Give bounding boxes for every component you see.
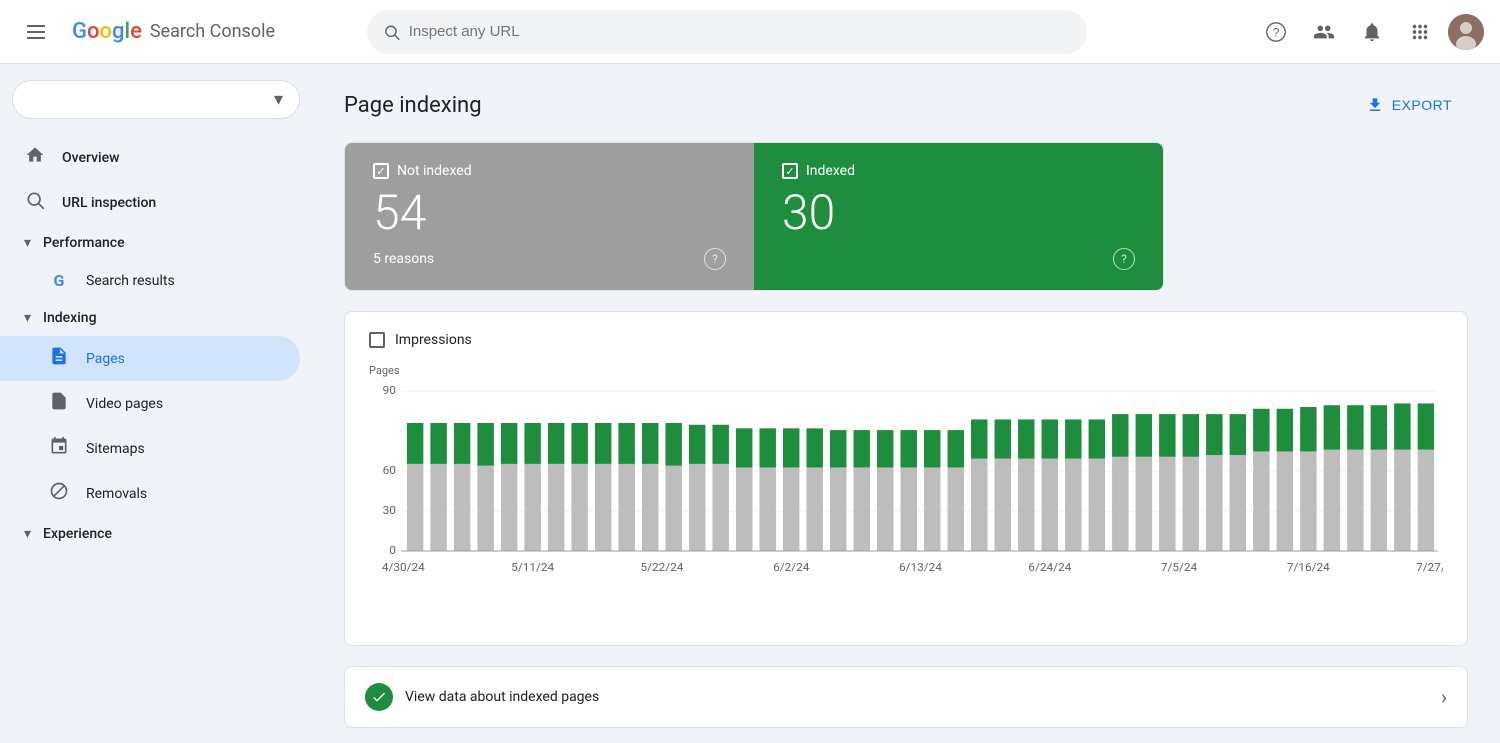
sidebar-item-url-inspection[interactable]: URL inspection	[0, 180, 300, 225]
chart-svg: 90 60 30 0 4/30/24 5/11/24 5/22/24 6/2/24 6/…	[369, 381, 1443, 621]
collapse-icon: ▾	[24, 235, 31, 251]
main-layout: ▾ Overview URL inspection ▾ Perfor	[0, 64, 1500, 743]
main-content: Page indexing EXPORT ✓ Not indexed 54 5 …	[312, 64, 1500, 743]
sidebar-section-label: Experience	[43, 526, 112, 542]
svg-text:6/24/24: 6/24/24	[1028, 560, 1072, 573]
sidebar-section-performance[interactable]: ▾ Performance	[0, 225, 300, 261]
impressions-label: Impressions	[395, 332, 472, 348]
url-search-bar	[367, 10, 1087, 54]
home-icon	[24, 145, 46, 170]
chevron-down-icon: ▾	[274, 89, 283, 110]
sidebar-item-search-results[interactable]: G Search results	[0, 261, 300, 300]
export-button[interactable]: EXPORT	[1350, 88, 1468, 122]
chevron-right-icon: ›	[1441, 685, 1447, 709]
help-icon-indexed[interactable]: ?	[1113, 248, 1135, 270]
sidebar-section-label: Performance	[43, 235, 125, 251]
svg-text:0: 0	[389, 543, 396, 556]
not-indexed-count: 54	[373, 187, 726, 240]
app-name: Search Console	[150, 21, 275, 42]
indexed-count: 30	[782, 187, 1135, 240]
chart-area: Impressions Pages 90 60 30 0	[344, 311, 1468, 646]
sidebar-item-pages[interactable]: Pages	[0, 336, 300, 381]
impressions-checkbox[interactable]	[369, 332, 385, 348]
svg-text:4/30/24: 4/30/24	[382, 560, 426, 573]
green-check-icon	[365, 683, 393, 711]
bottom-card-left: View data about indexed pages	[365, 683, 599, 711]
bottom-card[interactable]: View data about indexed pages ›	[344, 666, 1468, 728]
sidebar: ▾ Overview URL inspection ▾ Perfor	[0, 64, 312, 743]
svg-text:90: 90	[383, 383, 396, 396]
collapse-icon: ▾	[24, 526, 31, 542]
bottom-card-text: View data about indexed pages	[405, 689, 599, 705]
sidebar-section-indexing[interactable]: ▾ Indexing	[0, 300, 300, 336]
property-dropdown-button[interactable]: ▾	[12, 80, 300, 119]
app-logo: Google Search Console	[72, 19, 275, 44]
page-header: Page indexing EXPORT	[344, 88, 1468, 122]
stats-row: ✓ Not indexed 54 5 reasons ? ✓ Indexed 3…	[344, 142, 1164, 291]
sidebar-item-label: URL inspection	[62, 195, 156, 211]
sidebar-item-removals[interactable]: Removals	[0, 471, 300, 516]
sidebar-item-label: Removals	[86, 486, 147, 502]
property-selector: ▾	[12, 80, 300, 119]
sidebar-item-sitemaps[interactable]: Sitemaps	[0, 426, 300, 471]
svg-text:6/13/24: 6/13/24	[899, 560, 943, 573]
help-button[interactable]: ?	[1256, 12, 1296, 52]
collapse-icon: ▾	[24, 310, 31, 326]
svg-text:60: 60	[383, 463, 396, 476]
avatar[interactable]	[1448, 14, 1484, 50]
sidebar-item-label: Video pages	[86, 396, 163, 412]
svg-text:5/11/24: 5/11/24	[511, 560, 555, 573]
google-wordmark: Google	[72, 19, 142, 44]
search-icon	[383, 23, 400, 41]
search-icon	[24, 190, 46, 215]
impressions-row: Impressions	[369, 332, 1443, 348]
svg-text:?: ?	[1273, 25, 1280, 39]
video-icon	[48, 391, 70, 416]
indexed-label: Indexed	[806, 163, 855, 179]
indexed-footer: ?	[782, 248, 1135, 270]
svg-text:6/2/24: 6/2/24	[773, 560, 810, 573]
pages-icon	[48, 346, 70, 371]
stat-card-not-indexed: ✓ Not indexed 54 5 reasons ?	[345, 143, 754, 290]
sidebar-item-video-pages[interactable]: Video pages	[0, 381, 300, 426]
not-indexed-label: Not indexed	[397, 163, 472, 179]
not-indexed-subtitle: 5 reasons ?	[373, 248, 726, 270]
stat-card-header-not-indexed: ✓ Not indexed	[373, 163, 726, 179]
topbar: Google Search Console ?	[0, 0, 1500, 64]
sitemaps-icon	[48, 436, 70, 461]
svg-text:30: 30	[383, 503, 396, 516]
sidebar-item-label: Sitemaps	[86, 441, 145, 457]
sidebar-section-label: Indexing	[43, 310, 96, 326]
menu-button[interactable]	[16, 12, 56, 52]
sidebar-item-label: Pages	[86, 351, 125, 367]
svg-text:5/22/24: 5/22/24	[640, 560, 684, 573]
chart-container: Pages 90 60 30 0	[369, 364, 1443, 625]
google-g-icon: G	[48, 271, 70, 290]
not-indexed-checkbox[interactable]: ✓	[373, 163, 389, 179]
page-title: Page indexing	[344, 93, 482, 118]
sidebar-item-label: Overview	[62, 150, 119, 166]
sidebar-item-label: Search results	[86, 273, 175, 289]
svg-text:7/5/24: 7/5/24	[1161, 560, 1198, 573]
sidebar-section-experience[interactable]: ▾ Experience	[0, 516, 300, 552]
removals-icon	[48, 481, 70, 506]
users-button[interactable]	[1304, 12, 1344, 52]
stat-card-header-indexed: ✓ Indexed	[782, 163, 1135, 179]
help-icon-not-indexed[interactable]: ?	[704, 248, 726, 270]
sidebar-item-overview[interactable]: Overview	[0, 135, 300, 180]
url-search-input[interactable]	[409, 23, 1072, 40]
export-label: EXPORT	[1392, 97, 1452, 113]
indexed-checkbox[interactable]: ✓	[782, 163, 798, 179]
topbar-actions: ?	[1256, 12, 1484, 52]
notifications-button[interactable]	[1352, 12, 1392, 52]
apps-button[interactable]	[1400, 12, 1440, 52]
stat-card-indexed: ✓ Indexed 30 ?	[754, 143, 1163, 290]
chart-y-label: Pages	[369, 364, 1443, 377]
svg-text:7/16/24: 7/16/24	[1287, 560, 1331, 573]
svg-text:7/27/24: 7/27/24	[1416, 560, 1443, 573]
